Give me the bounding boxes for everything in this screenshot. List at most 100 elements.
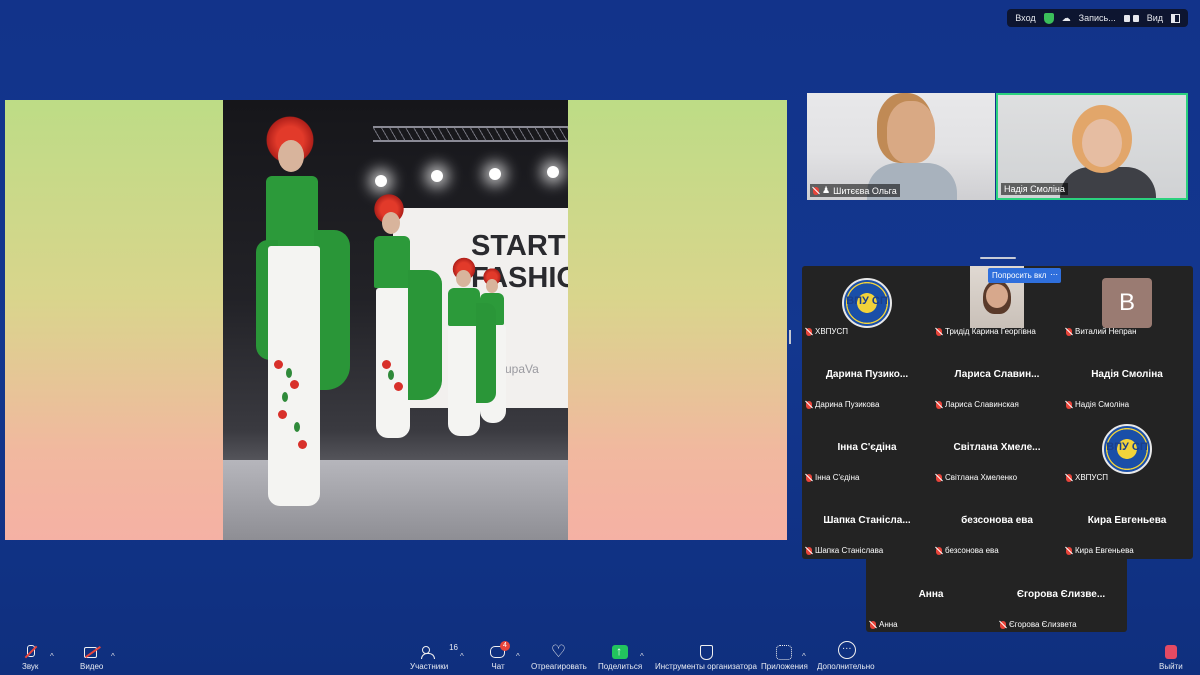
video-off-icon [83, 645, 100, 659]
mic-muted-icon [806, 546, 812, 555]
more-button[interactable]: Дополнительно [817, 641, 875, 671]
gallery-tile[interactable]: Анна Анна [866, 559, 996, 632]
record-controls[interactable] [1123, 14, 1139, 22]
participant-name: Інна С'єдіна [815, 473, 860, 482]
splitter-handle[interactable] [789, 330, 791, 344]
record-label[interactable]: Запись... [1079, 13, 1116, 23]
more-label: Дополнительно [817, 662, 875, 671]
video-options-caret[interactable]: ^ [111, 652, 115, 661]
apps-label: Приложения [761, 662, 808, 671]
video-label: Видео [80, 662, 104, 671]
leave-button[interactable]: Выйти [1159, 645, 1183, 671]
participant-name: Виталий Непран [1075, 327, 1137, 336]
host-tools-button[interactable]: Инструменты организатора [655, 645, 757, 671]
mic-muted-icon [936, 473, 942, 482]
participant-name: Надія Смоліна [1004, 184, 1065, 194]
mic-muted-icon [936, 400, 942, 409]
chat-label: Чат [491, 662, 505, 671]
participants-count: 16 [449, 643, 459, 652]
gallery-tile[interactable]: Дарина Пузико... Дарина Пузикова [802, 339, 932, 412]
tile-center-name: Лариса Славин... [954, 369, 1040, 380]
gallery-tile[interactable]: ВПУ СП ХВПУСП [802, 266, 932, 339]
video-tile-smolina[interactable]: Надія Смоліна [996, 93, 1188, 200]
gallery-tile[interactable]: Єгорова Єлизве... Єгорова Єлизвета [996, 559, 1126, 632]
meeting-topbar: Вход ☁ Запись... Вид [1007, 9, 1188, 27]
participant-name: Світлана Хмеленко [945, 473, 1018, 482]
logo-text: ВПУ СП [846, 295, 888, 307]
participants-button[interactable]: 16 Участники [410, 643, 458, 671]
participant-name: безсонова ева [945, 546, 999, 555]
gallery-panel-overflow: Анна Анна Єгорова Єлизве... Єгорова Єлиз… [866, 559, 1127, 632]
institution-logo: ВПУ СП [1102, 424, 1152, 474]
mic-muted-icon [813, 186, 819, 195]
share-options-caret[interactable]: ^ [640, 652, 644, 661]
tile-more-button[interactable]: ⋯ [1047, 268, 1061, 283]
shared-screen: START FASHION upaVa [5, 100, 787, 540]
gallery-tile[interactable]: безсонова ева безсонова ева [932, 485, 1062, 558]
pause-icon[interactable] [1123, 14, 1130, 22]
apps-button[interactable]: Приложения [761, 645, 808, 671]
view-label[interactable]: Вид [1147, 13, 1163, 23]
participant-name: Надія Смоліна [1075, 400, 1130, 409]
heart-icon [551, 642, 567, 662]
participants-label: Участники [410, 662, 449, 671]
gallery-tile[interactable]: Інна С'єдіна Інна С'єдіна [802, 412, 932, 485]
participant-name: ХВПУСП [1075, 473, 1109, 482]
participant-name: Анна [879, 620, 898, 629]
participant-head [1082, 119, 1122, 167]
share-button[interactable]: Поделиться [598, 644, 643, 671]
audio-options-caret[interactable]: ^ [50, 652, 54, 661]
stage-light [431, 170, 443, 182]
view-grid-icon[interactable] [1171, 13, 1180, 23]
panel-resize-grip[interactable] [980, 257, 1016, 259]
mic-muted-icon [806, 473, 812, 482]
mic-muted-icon [1066, 546, 1072, 555]
tile-center-name: Кира Евгеньева [1087, 515, 1167, 526]
participant-name: ХВПУСП [815, 327, 849, 336]
apps-options-caret[interactable]: ^ [802, 652, 806, 661]
participants-options-caret[interactable]: ^ [460, 652, 464, 661]
tile-center-name: Надія Смоліна [1091, 369, 1163, 380]
tile-center-name: Єгорова Єлизве... [1016, 589, 1106, 600]
mic-muted-icon [22, 645, 38, 659]
participants-icon: 16 [421, 643, 458, 659]
participant-name: Лариса Славинская [945, 400, 1019, 409]
chat-options-caret[interactable]: ^ [516, 652, 520, 661]
gallery-tile[interactable]: Лариса Славин... Лариса Славинская [932, 339, 1062, 412]
shield-icon [698, 645, 714, 660]
gallery-tile[interactable]: Надія Смоліна Надія Смоліна [1062, 339, 1192, 412]
join-label[interactable]: Вход [1015, 13, 1035, 23]
video-button[interactable]: Видео [80, 645, 103, 671]
video-tile-shyteeva[interactable]: ♟ Шитєєва Ольга [807, 93, 995, 200]
runway-photo: START FASHION upaVa [223, 100, 568, 540]
chat-button[interactable]: 4 Чат [490, 641, 510, 671]
gallery-tile[interactable]: Світлана Хмеле... Світлана Хмеленко [932, 412, 1062, 485]
video-name-tag: Надія Смоліна [1001, 183, 1068, 195]
gallery-tile[interactable]: B Виталий Непран [1062, 266, 1192, 339]
react-button[interactable]: Отреагировать [531, 642, 587, 671]
stage-light [375, 175, 387, 187]
mic-muted-icon [1066, 400, 1072, 409]
logo-text: ВПУ СП [1106, 441, 1148, 453]
tile-center-name: Дарина Пузико... [825, 369, 909, 380]
institution-logo: ВПУ СП [842, 278, 892, 328]
gallery-tile[interactable]: ВПУ СП ХВПУСП [1062, 412, 1192, 485]
mic-muted-icon [936, 327, 942, 336]
more-icon [837, 641, 856, 659]
tile-center-name: безсонова ева [961, 515, 1033, 526]
tile-center-name: Анна [918, 589, 944, 600]
cloud-record-icon: ☁ [1061, 12, 1071, 23]
share-label: Поделиться [598, 662, 643, 671]
tile-center-name: Інна С'єдіна [837, 442, 897, 453]
audio-button[interactable]: Звук [22, 645, 38, 671]
gallery-tile[interactable]: Шапка Станісла... Шапка Станіслава [802, 485, 932, 558]
stop-icon[interactable] [1132, 14, 1139, 22]
participant-name: Кира Евгеньева [1075, 546, 1134, 555]
ask-to-unmute-button[interactable]: Попросить вкл [988, 268, 1051, 283]
participant-head [887, 101, 935, 163]
stage-light [489, 168, 501, 180]
gallery-tile[interactable]: Кира Евгеньева Кира Евгеньева [1062, 485, 1192, 558]
mic-muted-icon [1066, 473, 1072, 482]
security-shield-icon[interactable] [1043, 12, 1054, 24]
backdrop-brand-sub: upaVa [505, 362, 539, 376]
